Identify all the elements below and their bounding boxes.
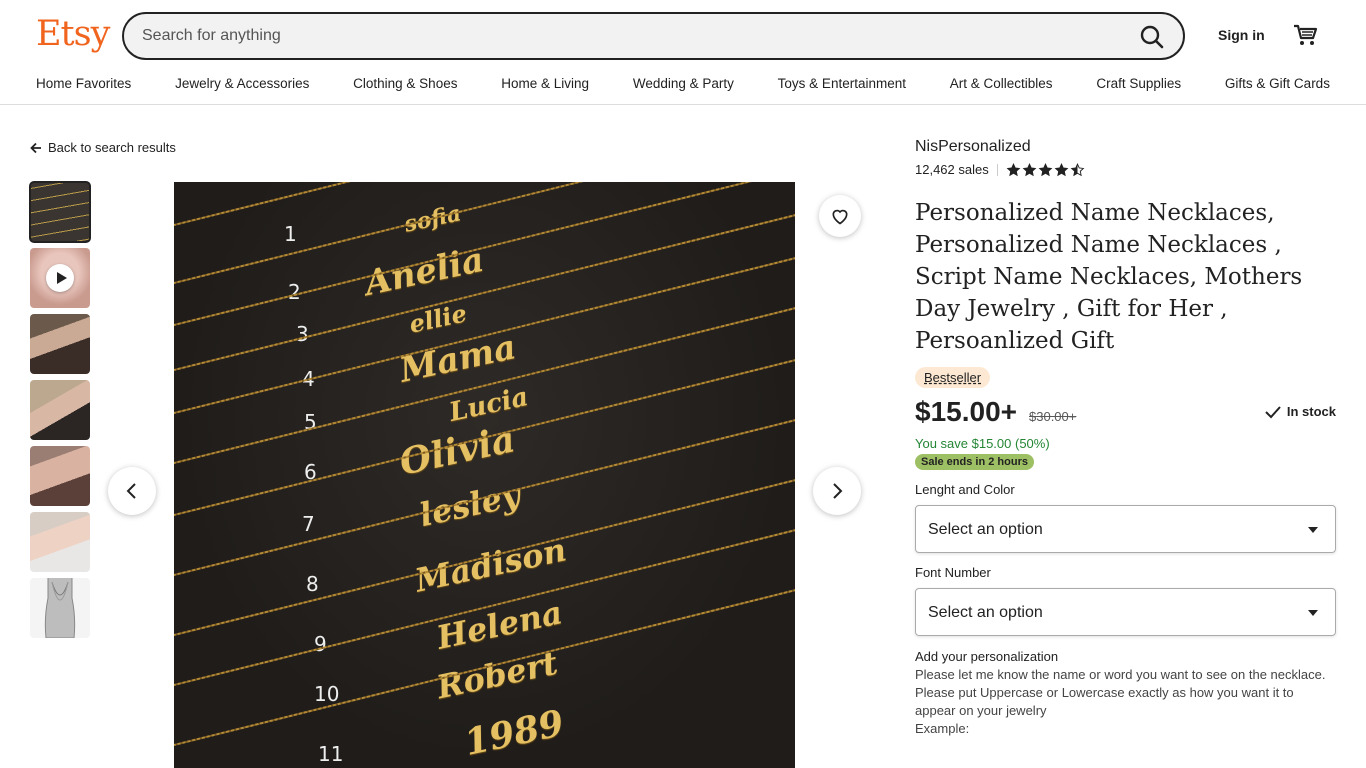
category-wedding[interactable]: Wedding & Party [633, 76, 734, 91]
thumbnail-4[interactable] [30, 380, 90, 440]
shop-stats: 12,462 sales [915, 162, 1336, 177]
star-half-icon [1070, 162, 1085, 176]
font-number-label: 11 [318, 742, 344, 766]
category-gifts[interactable]: Gifts & Gift Cards [1225, 76, 1330, 91]
caret-down-icon [1308, 610, 1318, 616]
category-home-living[interactable]: Home & Living [501, 76, 589, 91]
star-full-icon [1054, 162, 1069, 176]
thumbnail-list [29, 181, 91, 644]
category-home-favorites[interactable]: Home Favorites [36, 76, 131, 91]
font-number-select[interactable]: Select an option [915, 588, 1336, 636]
cart-icon [1294, 24, 1318, 45]
chevron-left-icon [126, 483, 136, 499]
stock-label: In stock [1286, 404, 1336, 419]
favorite-button[interactable] [819, 195, 861, 237]
check-icon [1265, 405, 1281, 418]
personalization-title: Add your personalization [915, 649, 1059, 664]
thumbnail-video[interactable] [30, 248, 90, 308]
heart-icon [832, 209, 848, 225]
search-button[interactable] [1139, 24, 1165, 50]
font-number-label: 8 [306, 572, 319, 596]
play-icon [46, 264, 74, 292]
divider [996, 163, 998, 176]
star-full-icon [1006, 162, 1021, 176]
site-header: Etsy Sign in Home Favorites Jewelry & Ac… [0, 0, 1366, 105]
length-color-value: Select an option [928, 521, 1043, 538]
font-number-label: 3 [296, 322, 309, 346]
star-full-icon [1038, 162, 1053, 176]
option1-label: Lenght and Color [915, 482, 1015, 497]
thumbnail-6[interactable] [30, 512, 90, 572]
font-number-label: 9 [314, 632, 327, 656]
personalization-line-3: Example: [915, 721, 970, 736]
search-icon [1140, 25, 1164, 49]
necklace-name-sample: Olivia [395, 418, 519, 484]
personalization-line-2: Please put Uppercase or Lowercase exactl… [915, 685, 1294, 718]
back-to-results-link[interactable]: Back to search results [30, 140, 176, 155]
thumbnail-5[interactable] [30, 446, 90, 506]
sign-in-link[interactable]: Sign in [1218, 27, 1265, 43]
font-number-label: 1 [284, 222, 297, 246]
stock-status: In stock [1265, 404, 1336, 419]
personalization-instructions: Please let me know the name or word you … [915, 666, 1336, 738]
savings-text: You save $15.00 (50%) [915, 436, 1050, 451]
font-number-label: 10 [314, 682, 340, 706]
sale-timer-badge: Sale ends in 2 hours [915, 454, 1034, 470]
necklace-name-sample: lesley [416, 475, 524, 535]
etsy-logo[interactable]: Etsy [36, 14, 110, 54]
current-price: $15.00+ [915, 396, 1017, 427]
listing-details: NisPersonalized 12,462 sales Personalize… [915, 138, 1336, 738]
chevron-right-icon [833, 483, 843, 499]
main-product-image[interactable]: 1sofia2Anelia3ellie4Mama5Lucia6Olivia7le… [174, 182, 795, 768]
thumbnail-1[interactable] [29, 181, 91, 243]
necklace-chain [174, 182, 795, 236]
thumbnail-3[interactable] [30, 314, 90, 374]
arrow-left-icon [30, 142, 41, 153]
category-nav: Home Favorites Jewelry & Accessories Clo… [36, 76, 1330, 91]
search-input[interactable] [142, 24, 1122, 48]
search-bar[interactable] [122, 12, 1185, 60]
star-rating[interactable] [1006, 162, 1085, 177]
next-image-button[interactable] [813, 467, 861, 515]
back-link-label: Back to search results [48, 140, 176, 155]
bestseller-badge[interactable]: Bestseller [915, 367, 991, 388]
previous-image-button[interactable] [108, 467, 156, 515]
sales-count: 12,462 sales [915, 162, 989, 177]
category-jewelry[interactable]: Jewelry & Accessories [175, 76, 309, 91]
price-row: $15.00+ $30.00+ In stock [915, 396, 1336, 430]
length-color-select[interactable]: Select an option [915, 505, 1336, 553]
caret-down-icon [1308, 527, 1318, 533]
category-toys[interactable]: Toys & Entertainment [778, 76, 906, 91]
star-full-icon [1022, 162, 1037, 176]
necklace-name-sample: 1989 [460, 702, 568, 764]
category-craft[interactable]: Craft Supplies [1096, 76, 1181, 91]
category-clothing[interactable]: Clothing & Shoes [353, 76, 457, 91]
shop-name-link[interactable]: NisPersonalized [915, 138, 1336, 156]
font-number-value: Select an option [928, 604, 1043, 621]
listing-title: Personalized Name Necklaces, Personalize… [915, 200, 1303, 354]
necklace-name-sample: Lucia [446, 382, 531, 428]
thumbnail-7[interactable] [30, 578, 90, 638]
font-number-label: 7 [302, 512, 315, 536]
cart-button[interactable] [1292, 22, 1318, 48]
option2-label: Font Number [915, 565, 991, 580]
original-price: $30.00+ [1029, 409, 1077, 424]
category-art[interactable]: Art & Collectibles [950, 76, 1053, 91]
personalization-line-1: Please let me know the name or word you … [915, 667, 1326, 682]
